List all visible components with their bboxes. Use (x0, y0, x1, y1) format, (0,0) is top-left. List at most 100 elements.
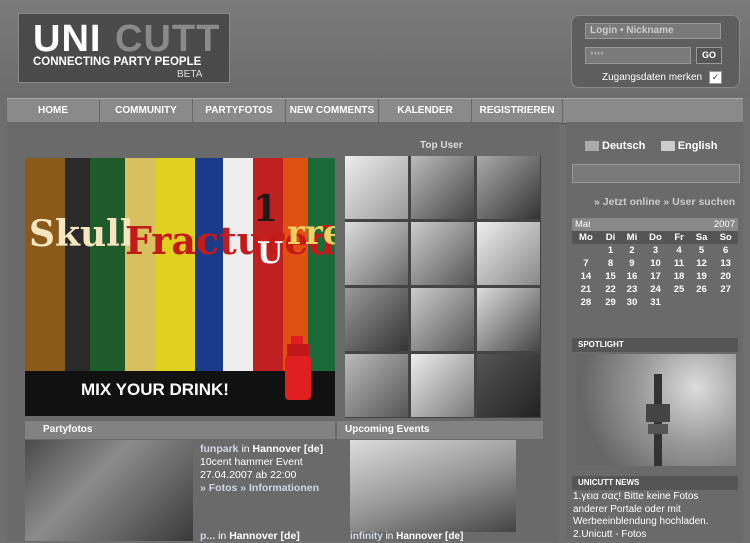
calendar-day[interactable]: 9 (621, 257, 642, 270)
in-text: in (218, 530, 227, 542)
nav-community[interactable]: COMMUNITY (100, 99, 193, 123)
calendar-weekday: Sa (689, 231, 714, 244)
german-flag-icon (585, 141, 599, 152)
partyfoto-thumbnail[interactable] (25, 440, 193, 541)
calendar-day-today[interactable]: 2 (621, 244, 642, 257)
nav-partyfotos[interactable]: PARTYFOTOS (193, 99, 286, 123)
banner-stripe (90, 158, 125, 373)
event-thumbnail[interactable] (350, 440, 516, 532)
password-input[interactable]: **** (585, 47, 691, 64)
news-item[interactable]: 2.Unicutt - Fotos (573, 529, 735, 542)
calendar-day[interactable]: 17 (643, 270, 669, 283)
partyfotos-header: Partyfotos (25, 421, 335, 439)
event-date: 27.04.2007 ab 22:00 (200, 469, 297, 481)
login-go-button[interactable]: GO (696, 47, 722, 64)
calendar-day[interactable]: 10 (643, 257, 669, 270)
banner-stripe (125, 158, 155, 373)
event-city: Hannover [de] (252, 443, 324, 455)
calendar-day (690, 296, 714, 309)
logo-cutt: CUTT (115, 18, 221, 60)
nav-kalender[interactable]: KALENDER (379, 99, 472, 123)
calendar-day[interactable]: 24 (643, 283, 669, 296)
banner-stripe (25, 158, 65, 373)
calendar-day[interactable]: 19 (690, 270, 714, 283)
user-photo[interactable] (345, 354, 408, 417)
mix-your-drink-banner[interactable]: Skull Fractured 1 U rre MIX YOUR DRINK! (25, 158, 335, 416)
user-photo[interactable] (411, 156, 474, 219)
news-header: UNICUTT NEWS (572, 476, 738, 490)
partyfoto-entry: funpark in Hannover [de] 10cent hammer E… (200, 443, 335, 543)
uk-flag-icon (660, 141, 675, 152)
news-item[interactable]: 1.γεια σας! Bitte keine Fotos anderer Po… (573, 491, 735, 529)
calendar-day[interactable]: 1 (600, 244, 621, 257)
event-name-link[interactable]: infinity (350, 531, 383, 542)
calendar-weekday: Fr (668, 231, 690, 244)
user-photo[interactable] (477, 156, 540, 219)
login-box: Login • Nickname **** GO Zugangsdaten me… (571, 15, 740, 88)
user-photo[interactable] (345, 288, 408, 351)
calendar-day[interactable]: 6 (713, 244, 738, 257)
online-search-links[interactable]: » Jetzt online » User suchen (594, 196, 735, 208)
user-photo[interactable] (345, 222, 408, 285)
calendar-day[interactable]: 5 (690, 244, 714, 257)
language-switch: Deutsch English (585, 140, 717, 152)
logo[interactable]: UNI CUTT CONNECTING PARTY PEOPLE BETA (18, 13, 230, 83)
logo-uni: UNI (33, 18, 102, 60)
calendar-day[interactable]: 30 (621, 296, 642, 309)
calendar-day[interactable]: 21 (572, 283, 600, 296)
calendar-day[interactable]: 13 (713, 257, 738, 270)
lang-deutsch[interactable]: Deutsch (585, 140, 645, 152)
event-name-link[interactable]: funpark (200, 443, 239, 455)
calendar-day[interactable]: 4 (668, 244, 689, 257)
event-name-link[interactable]: p... (200, 530, 215, 542)
calendar-day[interactable]: 20 (713, 270, 738, 283)
calendar-day[interactable]: 15 (600, 270, 621, 283)
sidebar-search-input[interactable] (572, 164, 740, 183)
user-photo[interactable] (411, 222, 474, 285)
lang-deutsch-label: Deutsch (602, 140, 646, 152)
banner-brand: Skull (29, 213, 134, 255)
calendar-day (668, 296, 689, 309)
logo-tagline: CONNECTING PARTY PEOPLE (33, 56, 202, 68)
user-photo[interactable] (477, 288, 540, 351)
calendar-weekday: Do (642, 231, 669, 244)
user-photo[interactable] (477, 222, 540, 285)
tower-icon (646, 374, 670, 466)
calendar-day[interactable]: 25 (668, 283, 689, 296)
calendar-day[interactable]: 22 (600, 283, 621, 296)
banner-slogan: MIX YOUR DRINK! (81, 380, 229, 399)
calendar-day (572, 244, 600, 257)
user-photo[interactable] (411, 354, 474, 417)
user-photo[interactable] (477, 354, 540, 417)
calendar-day[interactable]: 8 (600, 257, 621, 270)
remember-checkbox[interactable]: ✓ (709, 71, 722, 84)
event-caption: infinity in Hannover [de] (350, 531, 463, 542)
calendar-day[interactable]: 14 (572, 270, 600, 283)
spotlight-image[interactable] (576, 354, 736, 466)
calendar-day[interactable]: 31 (643, 296, 669, 309)
main-nav: HOME COMMUNITY PARTYFOTOS NEW COMMENTS K… (7, 98, 743, 124)
calendar-day[interactable]: 18 (668, 270, 689, 283)
calendar-day[interactable]: 3 (643, 244, 669, 257)
nav-home[interactable]: HOME (7, 99, 100, 123)
event-links[interactable]: » Fotos » Informationen (200, 482, 335, 495)
shaker-icon (285, 336, 311, 400)
calendar-day[interactable]: 29 (600, 296, 621, 309)
calendar-day[interactable]: 12 (690, 257, 714, 270)
nav-registrieren[interactable]: REGISTRIEREN (472, 99, 563, 123)
calendar-day[interactable]: 23 (621, 283, 642, 296)
calendar-day[interactable]: 16 (621, 270, 642, 283)
calendar-day[interactable]: 7 (572, 257, 600, 270)
calendar-day[interactable]: 27 (713, 283, 738, 296)
calendar-day[interactable]: 26 (690, 283, 714, 296)
calendar-day[interactable]: 11 (668, 257, 689, 270)
lang-english[interactable]: English (660, 140, 717, 152)
nickname-input[interactable]: Login • Nickname (585, 23, 721, 39)
calendar-day[interactable]: 28 (572, 296, 600, 309)
event-city: Hannover [de] (396, 531, 464, 542)
banner-brand: rre (287, 213, 335, 253)
nav-new-comments[interactable]: NEW COMMENTS (286, 99, 379, 123)
user-photo[interactable] (345, 156, 408, 219)
calendar-day (713, 296, 738, 309)
user-photo[interactable] (411, 288, 474, 351)
